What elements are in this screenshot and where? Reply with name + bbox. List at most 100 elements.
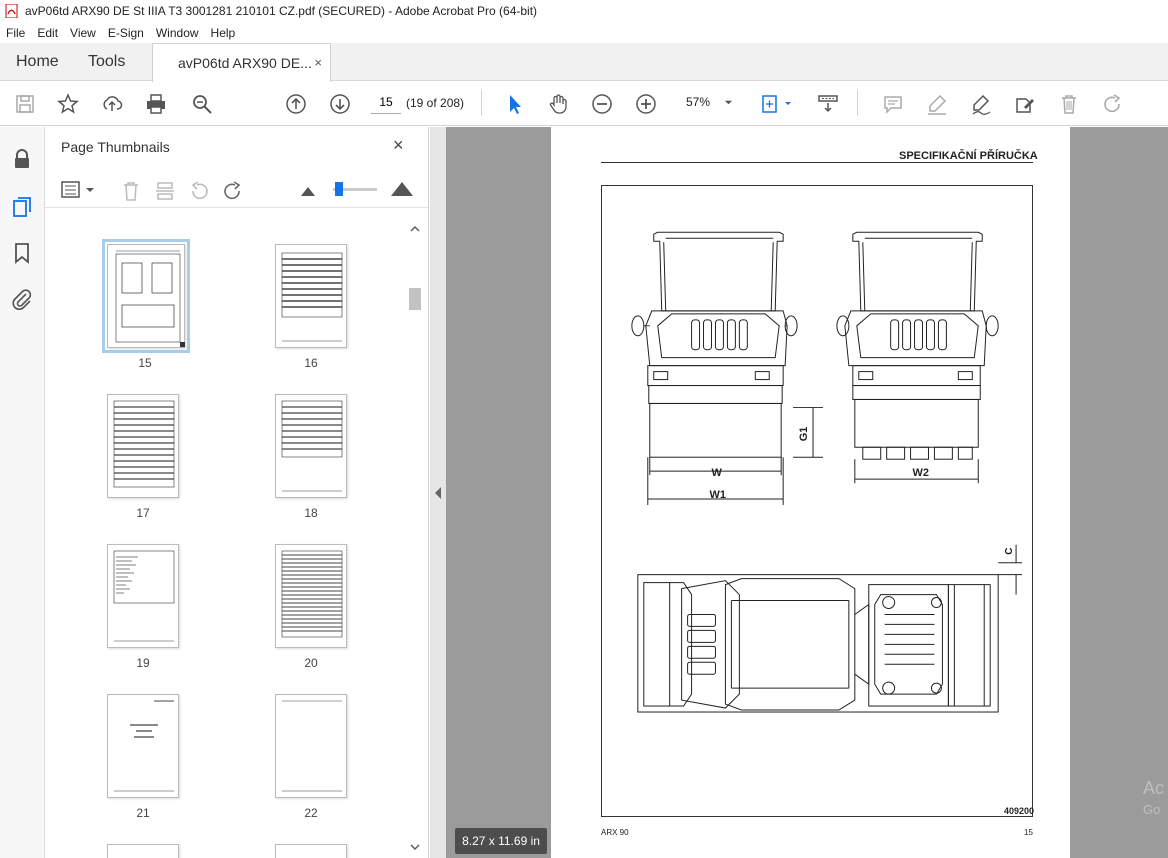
slider-handle[interactable] <box>335 182 343 196</box>
page-count: (19 of 208) <box>406 96 465 110</box>
page-footer-model: ARX 90 <box>601 828 629 837</box>
thumbnail-options-icon[interactable] <box>61 180 97 200</box>
thumbnail-label: 20 <box>304 656 318 670</box>
menu-bar: File Edit View E-Sign Window Help <box>0 22 1168 43</box>
thumbnail-list: 15 16 17 18 19 20 21 22 <box>45 222 407 858</box>
select-cursor-icon[interactable] <box>502 91 528 117</box>
fit-page-icon[interactable] <box>758 91 798 117</box>
thumbnail-label: 17 <box>136 506 150 520</box>
thumbnail-page[interactable] <box>107 694 179 798</box>
scroll-up-icon[interactable] <box>410 224 420 234</box>
thumbnail-page[interactable] <box>275 244 347 348</box>
delete-icon[interactable] <box>1056 91 1082 117</box>
menu-edit[interactable]: Edit <box>31 26 64 40</box>
bookmark-star-icon[interactable] <box>55 91 81 117</box>
page-heading: SPECIFIKAČNÍ PŘÍRUČKA <box>899 150 1038 162</box>
zoom-in-icon[interactable] <box>633 91 659 117</box>
technical-drawing-frame: W W1 W2 G1 C <box>601 185 1033 817</box>
technical-drawing: W W1 W2 G1 C <box>631 231 1023 713</box>
highlight-icon[interactable] <box>924 91 950 117</box>
dimension-g1-label: G1 <box>798 427 810 442</box>
page-number-input[interactable] <box>371 90 401 114</box>
thumbnail-page[interactable] <box>275 544 347 648</box>
pages-icon[interactable] <box>10 194 34 218</box>
prev-page-icon[interactable] <box>283 91 309 117</box>
activation-watermark: Ac <box>1143 778 1165 798</box>
sign-icon[interactable] <box>968 91 994 117</box>
tab-close-icon[interactable]: × <box>314 55 322 70</box>
page-size-text: 8.27 x 11.69 in <box>462 834 540 848</box>
hand-icon[interactable] <box>545 91 571 117</box>
thumbnail-page[interactable] <box>107 844 179 858</box>
thumbnail-page[interactable] <box>102 239 190 353</box>
thumbnail-page[interactable] <box>275 394 347 498</box>
scroll-mode-icon[interactable] <box>815 91 841 117</box>
scrollbar-thumb[interactable] <box>409 288 421 310</box>
menu-file[interactable]: File <box>0 26 31 40</box>
tab-bar: Home Tools avP06td ARX90 DE... × <box>0 43 1168 82</box>
upload-icon[interactable] <box>99 91 125 117</box>
tab-document-label: avP06td ARX90 DE... <box>178 55 312 71</box>
edit-pdf-icon[interactable] <box>1012 91 1038 117</box>
roller-front-view <box>631 231 823 505</box>
thumbnail-preview <box>115 250 185 347</box>
thumbnail-preview <box>113 550 175 642</box>
dimension-w-label: W <box>711 467 722 479</box>
thumbnail-preview <box>113 400 175 488</box>
save-icon[interactable] <box>12 91 38 117</box>
page-size-badge: 8.27 x 11.69 in <box>455 828 547 854</box>
menu-esign[interactable]: E-Sign <box>102 26 150 40</box>
tab-tools[interactable]: Tools <box>88 53 125 71</box>
panel-collapse-handle[interactable] <box>430 127 446 858</box>
thumbnail-label: 22 <box>304 806 318 820</box>
dimension-c-label: C <box>1004 548 1015 555</box>
dimension-w1-label: W1 <box>710 489 726 501</box>
main-toolbar <box>0 82 1168 126</box>
attachment-icon[interactable] <box>10 287 34 311</box>
menu-view[interactable]: View <box>64 26 102 40</box>
thumbnail-size-small-icon[interactable] <box>301 186 315 196</box>
thumbnail-label: 18 <box>304 506 318 520</box>
panel-close-icon[interactable]: × <box>393 135 404 156</box>
thumbnail-page[interactable] <box>107 544 179 648</box>
thumbnail-label: 21 <box>136 806 150 820</box>
thumbnail-preview <box>282 700 342 792</box>
extract-pages-icon[interactable] <box>154 180 176 202</box>
thumbnail-page[interactable] <box>275 694 347 798</box>
rotate-left-icon[interactable] <box>188 180 210 202</box>
bookmark-icon[interactable] <box>10 241 34 265</box>
thumbnail-size-slider[interactable] <box>333 182 377 196</box>
tab-home[interactable]: Home <box>16 53 59 71</box>
find-icon[interactable] <box>189 91 215 117</box>
redo-icon[interactable] <box>1100 91 1126 117</box>
page-footer-number: 15 <box>1024 828 1033 837</box>
thumbnail-scrollbar[interactable] <box>407 222 423 858</box>
rotate-right-icon[interactable] <box>222 180 244 202</box>
menu-help[interactable]: Help <box>205 26 242 40</box>
thumbnail-label: 15 <box>138 356 152 370</box>
window-title: avP06td ARX90 DE St IIIA T3 3001281 2101… <box>25 4 538 18</box>
comment-icon[interactable] <box>880 91 906 117</box>
thumbnail-size-large-icon[interactable] <box>391 182 413 196</box>
collapse-arrow-icon[interactable] <box>434 487 442 499</box>
heading-rule <box>601 162 1033 163</box>
toolbar-divider <box>857 90 858 116</box>
acrobat-app-icon <box>5 4 18 18</box>
next-page-icon[interactable] <box>327 91 353 117</box>
thumbnail-label: 19 <box>136 656 150 670</box>
thumbnail-preview <box>281 550 343 638</box>
menu-window[interactable]: Window <box>150 26 205 40</box>
delete-pages-icon[interactable] <box>120 180 142 202</box>
tab-document[interactable]: avP06td ARX90 DE... × <box>152 43 331 82</box>
thumbnail-preview <box>114 700 174 792</box>
thumbnail-label: 16 <box>304 356 318 370</box>
thumbnail-page[interactable] <box>107 394 179 498</box>
roller-rear-view <box>836 231 999 484</box>
print-icon[interactable] <box>143 91 169 117</box>
lock-icon[interactable] <box>10 147 34 171</box>
zoom-select[interactable]: 57% <box>677 90 739 114</box>
zoom-out-icon[interactable] <box>589 91 615 117</box>
thumbnail-page[interactable] <box>275 844 347 858</box>
dimension-w2-label: W2 <box>913 467 929 479</box>
scroll-down-icon[interactable] <box>410 842 420 852</box>
